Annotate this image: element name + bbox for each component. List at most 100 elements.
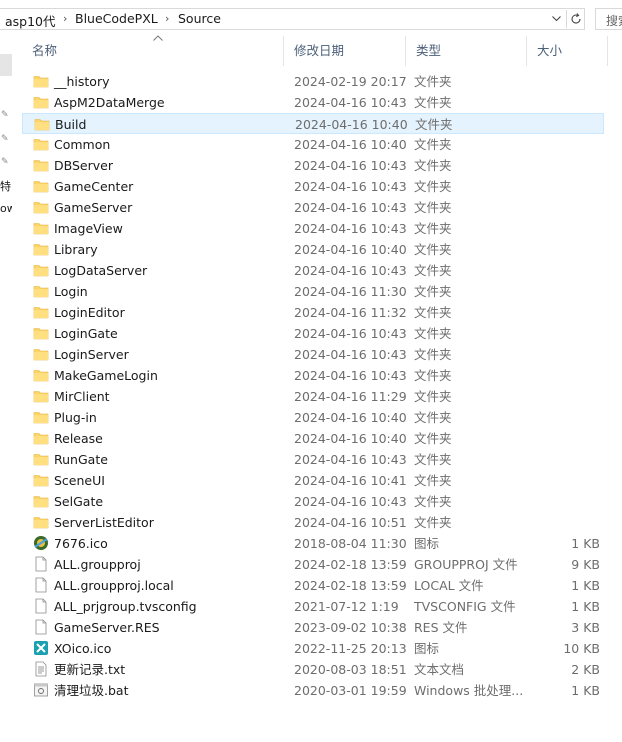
file-name: MakeGameLogin: [54, 368, 158, 383]
nav-item-label[interactable]: ow: [0, 202, 12, 215]
file-row[interactable]: __history 2024-02-19 20:17 文件夹: [22, 71, 604, 92]
file-type: 文件夹: [414, 389, 452, 404]
breadcrumb-asp10[interactable]: asp10代: [5, 11, 56, 30]
file-size: [522, 428, 600, 449]
file-size: [522, 218, 600, 239]
file-row[interactable]: GameServer.RES 2023-09-02 10:38 RES 文件 3 KB: [22, 617, 604, 638]
file-size: [522, 134, 600, 155]
folder-icon: [33, 178, 49, 194]
file-row[interactable]: SelGate 2024-04-16 10:43 文件夹: [22, 491, 604, 512]
file-row[interactable]: LogDataServer 2024-04-16 10:43 文件夹: [22, 260, 604, 281]
file-row[interactable]: ALL.groupproj 2024-02-18 13:59 GROUPPROJ 文…: [22, 554, 604, 575]
file-date: 2024-04-16 10:43: [294, 95, 407, 110]
chevron-right-icon[interactable]: ›: [63, 13, 71, 25]
file-row[interactable]: ImageView 2024-04-16 10:43 文件夹: [22, 218, 604, 239]
folder-icon: [33, 451, 49, 467]
file-list: __history 2024-02-19 20:17 文件夹 AspM2DataMer…: [22, 71, 622, 701]
file-type: 文件夹: [414, 263, 452, 278]
file-row[interactable]: ALL_prjgroup.tvsconfig 2021-07-12 1:19 TVS…: [22, 596, 604, 617]
address-bar-row: asp10代 › BlueCodePXL › Source 搜索: [0, 0, 622, 36]
file-size: 1 KB: [571, 536, 600, 551]
file-type: 文件夹: [414, 137, 452, 152]
nav-item-label[interactable]: 特: [0, 178, 12, 194]
nav-item-selected[interactable]: [0, 54, 12, 76]
file-name: Release: [54, 431, 103, 446]
folder-icon: [33, 94, 49, 110]
file-type: LOCAL 文件: [414, 578, 484, 593]
chevron-down-icon[interactable]: [547, 11, 565, 27]
file-row[interactable]: ServerListEditor 2024-04-16 10:51 文件夹: [22, 512, 604, 533]
file-date: 2024-04-16 11:32: [294, 305, 407, 320]
file-date: 2024-04-16 10:43: [294, 347, 407, 362]
file-icon: [33, 619, 49, 635]
file-type: 文件夹: [414, 473, 452, 488]
file-size: [522, 386, 600, 407]
file-row[interactable]: Library 2024-04-16 10:40 文件夹: [22, 239, 604, 260]
file-row[interactable]: 更新记录.txt 2020-08-03 18:51 文本文档 2 KB: [22, 659, 604, 680]
file-row[interactable]: SceneUI 2024-04-16 10:41 文件夹: [22, 470, 604, 491]
search-placeholder: 搜索: [606, 14, 622, 28]
file-name: 清理垃圾.bat: [54, 683, 129, 698]
file-row[interactable]: MakeGameLogin 2024-04-16 10:43 文件夹: [22, 365, 604, 386]
file-row[interactable]: Login 2024-04-16 11:30 文件夹: [22, 281, 604, 302]
batch-file-icon: [33, 682, 49, 698]
file-row[interactable]: LoginServer 2024-04-16 10:43 文件夹: [22, 344, 604, 365]
file-date: 2024-04-16 10:43: [294, 452, 407, 467]
file-size: 1 KB: [571, 599, 600, 614]
breadcrumb-bluecodepxl[interactable]: BlueCodePXL: [75, 11, 158, 26]
folder-icon: [33, 283, 49, 299]
file-row[interactable]: 7676.ico 2018-08-04 11:30 图标 1 KB: [22, 533, 604, 554]
file-row[interactable]: Build 2024-04-16 10:40 文件夹: [22, 113, 604, 134]
column-size[interactable]: 大小: [527, 36, 607, 66]
file-row[interactable]: MirClient 2024-04-16 11:29 文件夹: [22, 386, 604, 407]
file-name: __history: [54, 74, 110, 89]
column-name[interactable]: 名称: [22, 36, 282, 66]
file-size: [522, 281, 600, 302]
file-row[interactable]: LoginEditor 2024-04-16 11:32 文件夹: [22, 302, 604, 323]
file-row[interactable]: RunGate 2024-04-16 10:43 文件夹: [22, 449, 604, 470]
file-row[interactable]: GameCenter 2024-04-16 10:43 文件夹: [22, 176, 604, 197]
file-name: AspM2DataMerge: [54, 95, 165, 110]
file-name: Build: [55, 117, 87, 132]
file-row[interactable]: GameServer 2024-04-16 10:43 文件夹: [22, 197, 604, 218]
file-name: Plug-in: [54, 410, 97, 425]
file-name: DBServer: [54, 158, 113, 173]
file-size: [522, 491, 600, 512]
file-row[interactable]: DBServer 2024-04-16 10:43 文件夹: [22, 155, 604, 176]
file-date: 2024-04-16 10:40: [294, 242, 407, 257]
column-type[interactable]: 类型: [406, 36, 526, 66]
file-date: 2024-04-16 10:43: [294, 221, 407, 236]
file-name: RunGate: [54, 452, 108, 467]
file-row[interactable]: Release 2024-04-16 10:40 文件夹: [22, 428, 604, 449]
file-name: 7676.ico: [54, 536, 108, 551]
column-date[interactable]: 修改日期: [284, 36, 404, 66]
file-row[interactable]: Common 2024-04-16 10:40 文件夹: [22, 134, 604, 155]
file-row[interactable]: ALL.groupproj.local 2024-02-18 13:59 LOCAL…: [22, 575, 604, 596]
file-date: 2024-04-16 10:41: [294, 473, 407, 488]
file-name: LoginEditor: [54, 305, 125, 320]
file-name: Common: [54, 137, 111, 152]
file-size: [522, 155, 600, 176]
file-row[interactable]: AspM2DataMerge 2024-04-16 10:43 文件夹: [22, 92, 604, 113]
file-row[interactable]: 清理垃圾.bat 2020-03-01 19:59 Windows 批处理... 1 …: [22, 680, 604, 701]
file-size: 1 KB: [571, 578, 600, 593]
address-bar[interactable]: asp10代 › BlueCodePXL › Source: [0, 8, 585, 30]
refresh-icon[interactable]: [566, 10, 585, 28]
file-date: 2024-02-18 13:59: [294, 557, 407, 572]
file-row[interactable]: LoginGate 2024-04-16 10:43 文件夹: [22, 323, 604, 344]
file-size: [522, 365, 600, 386]
breadcrumb-source[interactable]: Source: [178, 11, 221, 26]
file-row[interactable]: Plug-in 2024-04-16 10:40 文件夹: [22, 407, 604, 428]
file-date: 2024-04-16 10:43: [294, 263, 407, 278]
column-divider[interactable]: [607, 36, 608, 66]
file-size: [522, 323, 600, 344]
file-type: 文件夹: [414, 179, 452, 194]
file-date: 2024-04-16 11:29: [294, 389, 407, 404]
file-type: 文件夹: [414, 410, 452, 425]
chevron-right-icon[interactable]: ›: [165, 13, 173, 25]
folder-icon: [33, 220, 49, 236]
file-size: [522, 470, 600, 491]
file-size: 9 KB: [571, 557, 600, 572]
search-input[interactable]: 搜索: [595, 8, 622, 30]
file-row[interactable]: XOico.ico 2022-11-25 20:13 图标 10 KB: [22, 638, 604, 659]
